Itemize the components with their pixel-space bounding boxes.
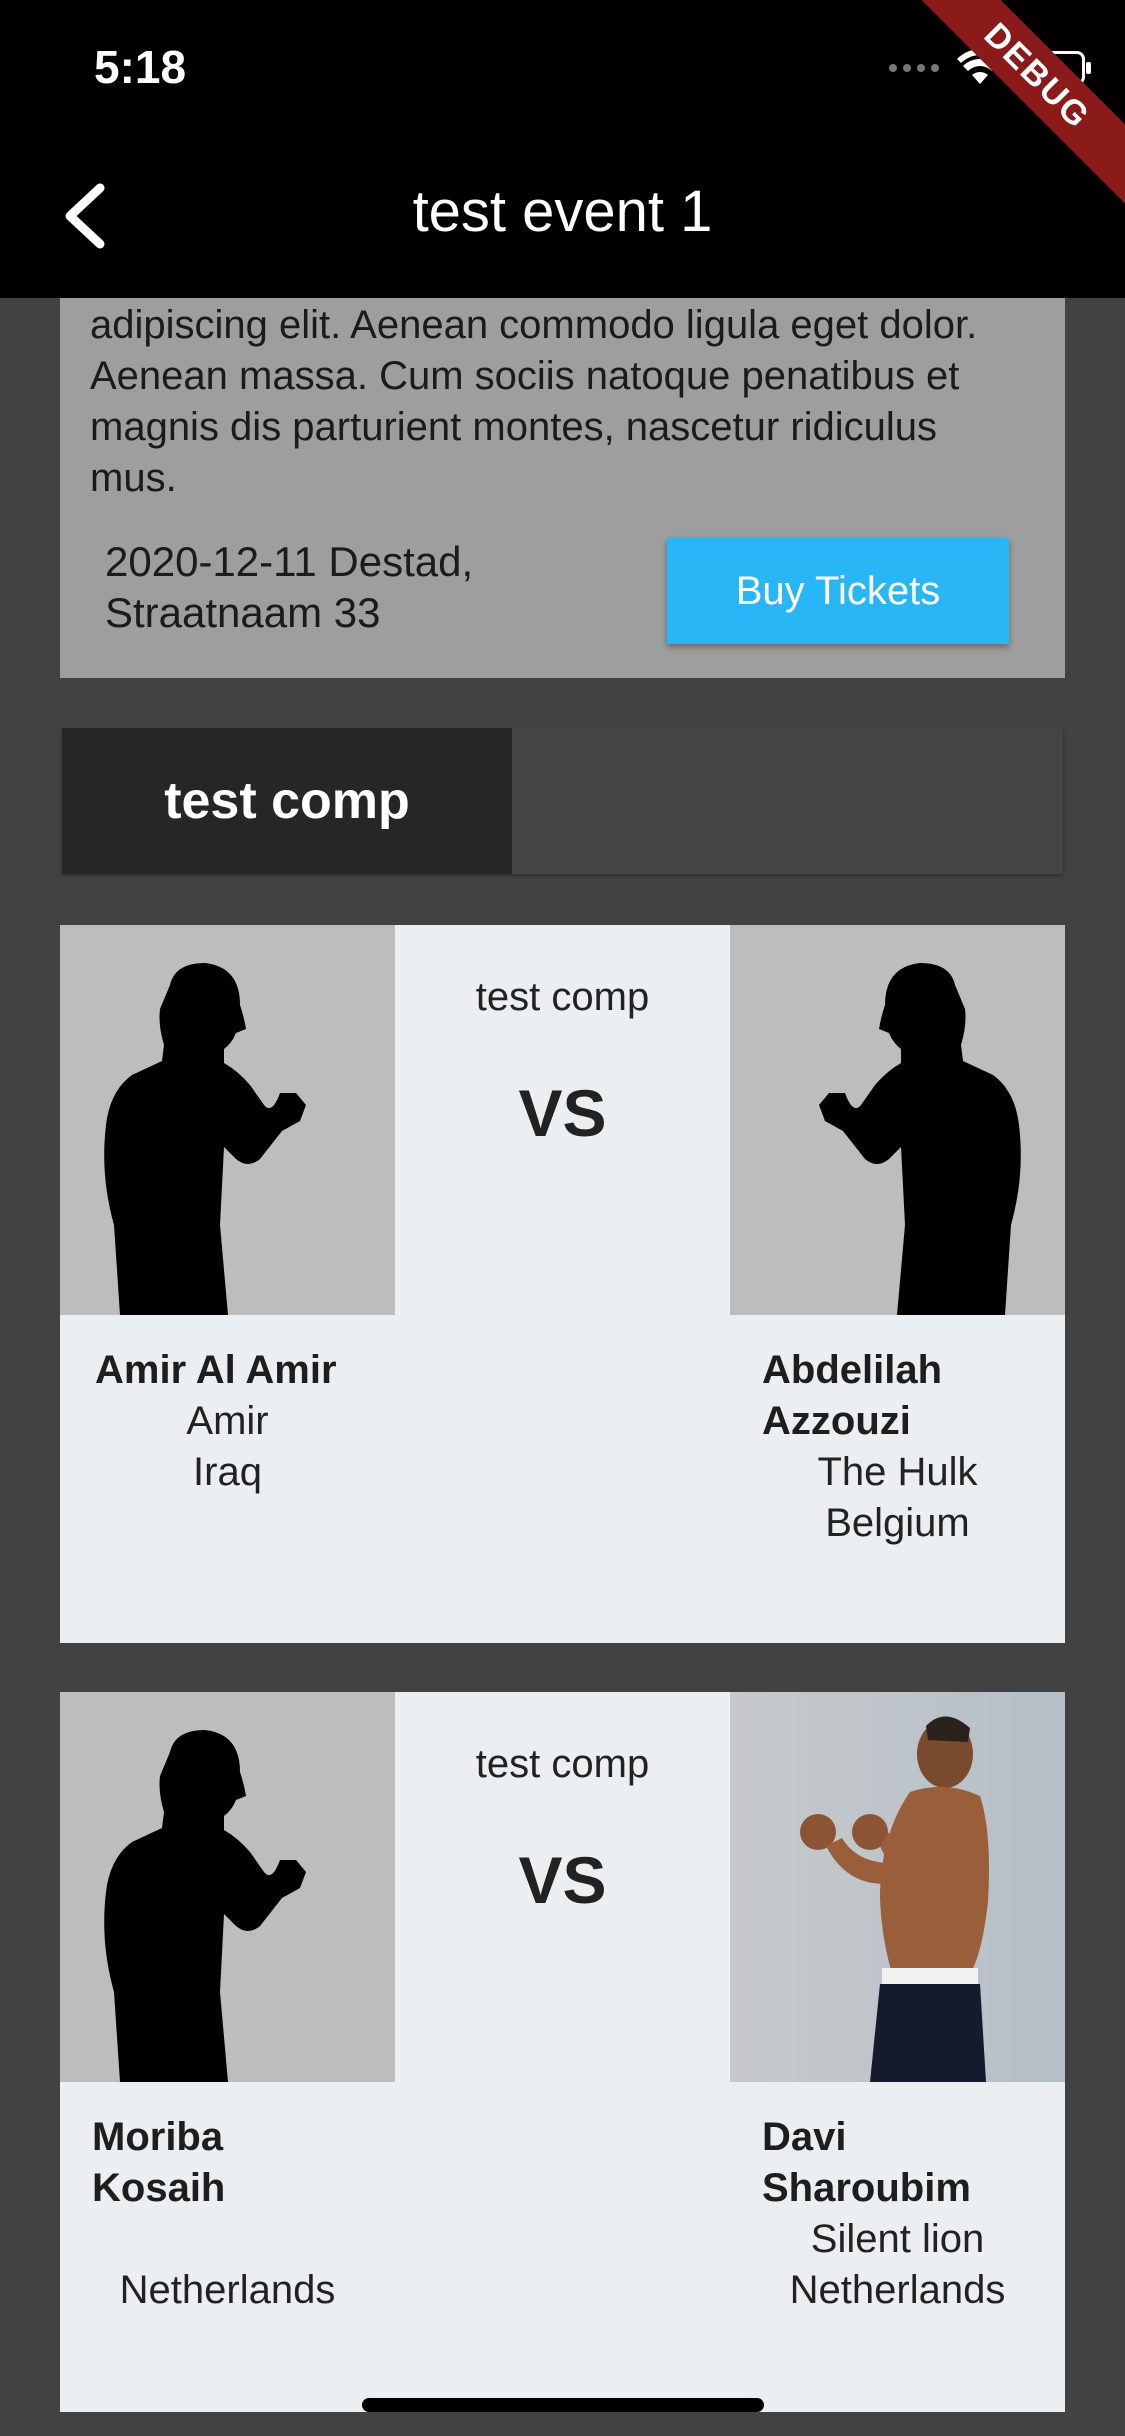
home-indicator[interactable] xyxy=(362,2398,764,2412)
event-info-card: adipiscing elit. Aenean commodo ligula e… xyxy=(60,298,1065,678)
competition-tab-bar: test comp xyxy=(62,728,1063,874)
fighter-left-country: Netherlands xyxy=(119,2268,336,2312)
boxer-silhouette-icon xyxy=(104,1730,306,2082)
date-location-line2: Straatnaam 33 xyxy=(105,589,381,636)
fighter-right-name-line1: Davi xyxy=(762,2115,847,2159)
vs-label: VS xyxy=(518,1076,607,1150)
top-bar: 5:18 DEBUG test event 1 xyxy=(0,0,1125,298)
fighter-left-nickname: Amir xyxy=(186,1399,269,1443)
fighter-right-silhouette xyxy=(730,925,1065,1315)
competition-name: test comp xyxy=(475,1742,650,1786)
fighter-left-silhouette xyxy=(60,1692,395,2082)
fighter-right-name-line2: Sharoubim xyxy=(762,2166,971,2210)
tab-test-comp[interactable]: test comp xyxy=(62,728,512,874)
page-title: test event 1 xyxy=(412,179,713,244)
fighter-left-name: Amir Al Amir xyxy=(95,1348,337,1392)
boxer-photo-image xyxy=(800,1716,989,2082)
boxer-silhouette-icon xyxy=(819,963,1021,1315)
fighter-left-silhouette xyxy=(60,925,395,1315)
fighter-right-country: Belgium xyxy=(825,1501,970,1545)
fighter-left-name-line2: Kosaih xyxy=(92,2166,226,2210)
fight-card[interactable]: test comp VS Amir Al Amir Amir Iraq Abde… xyxy=(60,925,1065,1643)
fighter-right-nickname: The Hulk xyxy=(817,1450,978,1494)
event-date-location: 2020-12-11 Destad, Straatnaam 33 xyxy=(105,536,605,638)
boxer-silhouette-icon xyxy=(104,963,306,1315)
buy-tickets-button[interactable]: Buy Tickets xyxy=(667,538,1009,644)
competition-name: test comp xyxy=(475,975,650,1019)
vs-label: VS xyxy=(518,1843,607,1917)
fighter-right-name-line1: Abdelilah xyxy=(762,1348,943,1392)
fighter-right-photo xyxy=(730,1692,1065,2082)
fighter-right-nickname: Silent lion xyxy=(810,2217,985,2261)
fighter-left-country: Iraq xyxy=(193,1450,262,1494)
event-description: adipiscing elit. Aenean commodo ligula e… xyxy=(90,303,978,500)
status-time: 5:18 xyxy=(94,41,187,93)
fighter-right-name-line2: Azzouzi xyxy=(762,1399,911,1443)
fighter-left-name-line1: Moriba xyxy=(92,2115,224,2159)
fight-card[interactable]: test comp VS Moriba Kosaih Netherlands D… xyxy=(60,1692,1065,2412)
fighter-right-country: Netherlands xyxy=(789,2268,1006,2312)
cellular-signal-icon xyxy=(889,64,939,72)
date-location-line1: 2020-12-11 Destad, xyxy=(105,538,474,585)
